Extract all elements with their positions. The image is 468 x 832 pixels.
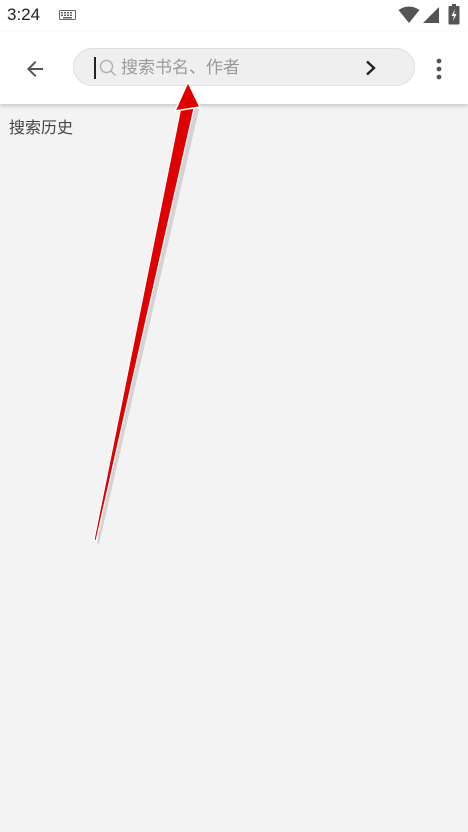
battery-icon (448, 4, 460, 25)
more-options-button[interactable] (428, 52, 450, 86)
status-bar: 3:24 (0, 0, 468, 32)
search-submit-button[interactable] (359, 56, 383, 80)
more-vert-icon (436, 58, 442, 80)
signal-icon (423, 7, 439, 23)
search-icon (99, 59, 116, 76)
text-cursor (94, 57, 96, 79)
status-time: 3:24 (7, 5, 41, 24)
arrow-shaft (93, 101, 196, 542)
keyboard-icon (59, 10, 76, 20)
chevron-right-icon (366, 60, 376, 76)
search-placeholder: 搜索书名、作者 (121, 58, 240, 78)
back-button[interactable] (18, 52, 52, 86)
back-arrow-icon (27, 61, 43, 77)
wifi-icon (398, 6, 420, 23)
search-toolbar: 搜索书名、作者 (0, 32, 468, 104)
search-input[interactable]: 搜索书名、作者 (73, 48, 415, 86)
arrow-shaft-shadow (97, 106, 199, 544)
search-history-title: 搜索历史 (9, 118, 74, 137)
